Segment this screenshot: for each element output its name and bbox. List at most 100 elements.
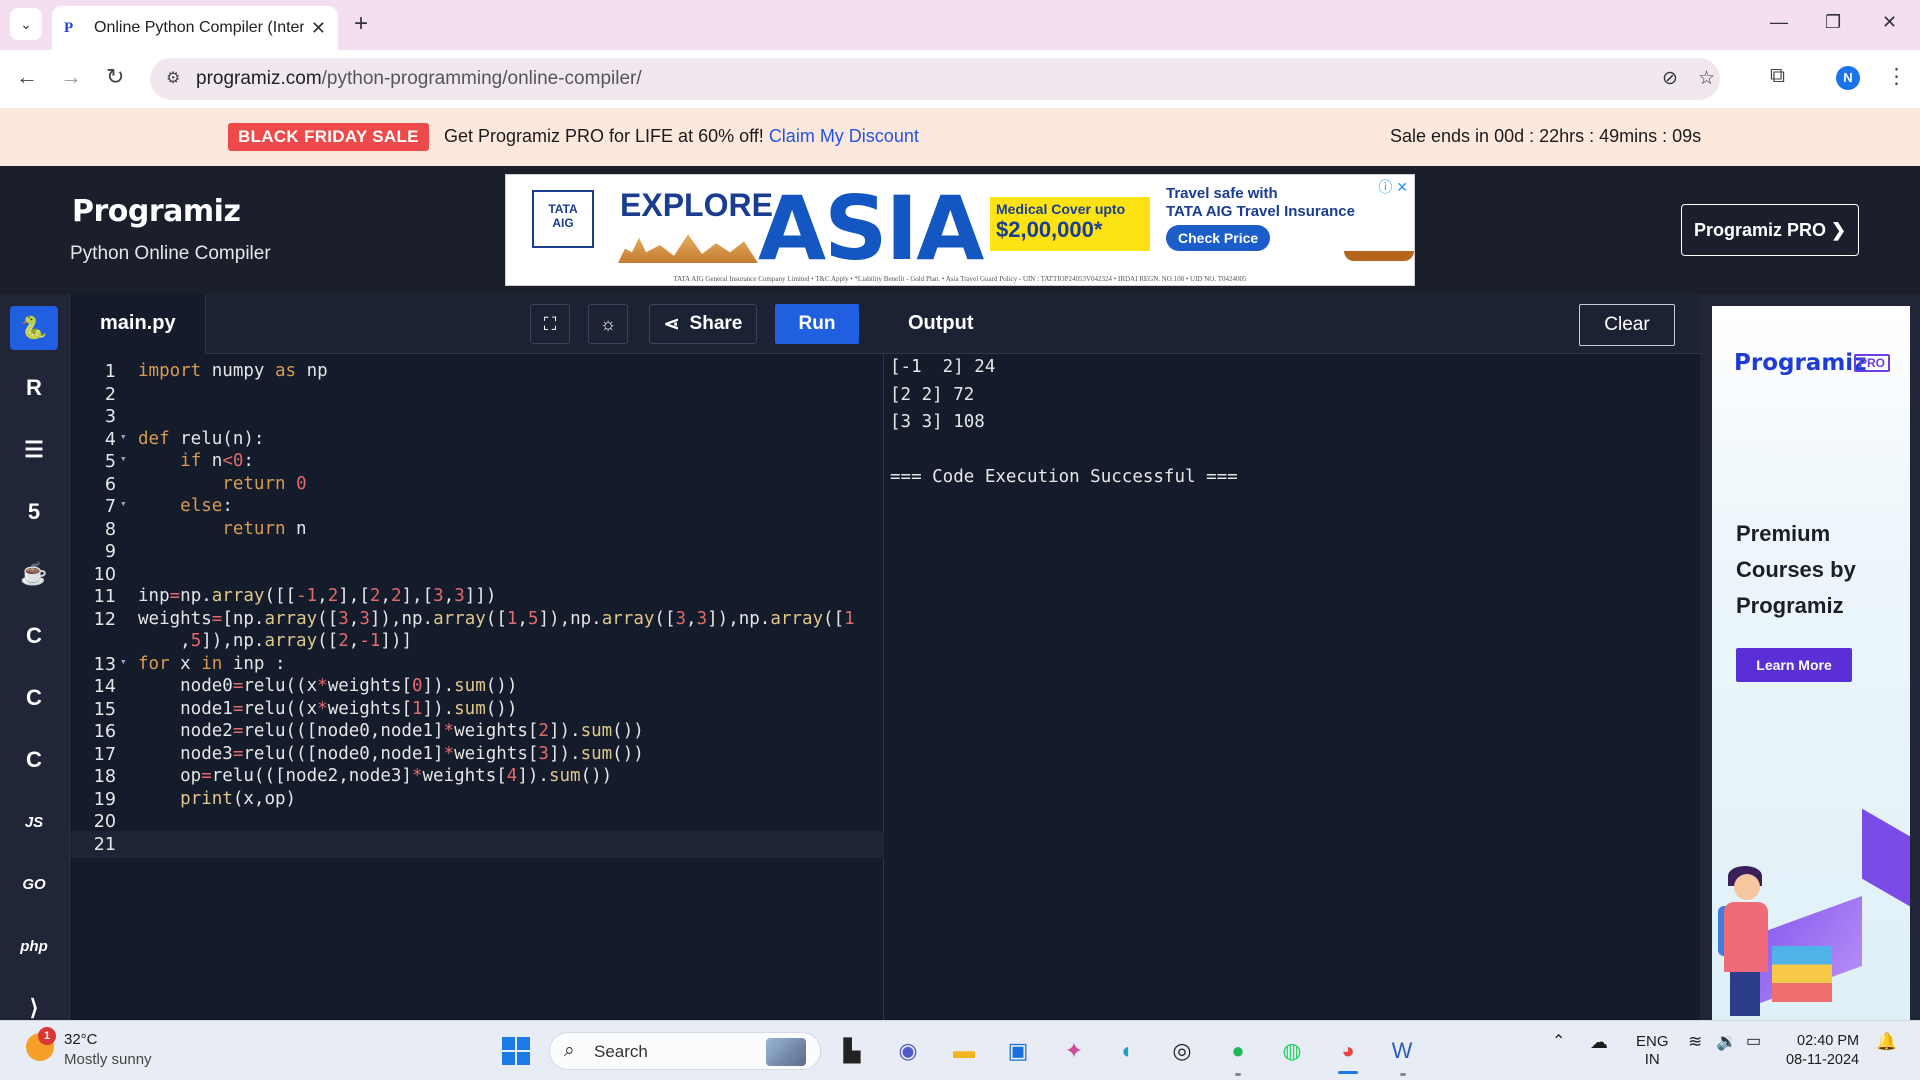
volume-icon[interactable]: 🔉	[1716, 1033, 1737, 1051]
tata-aig-logo: TATA AIG	[532, 190, 594, 248]
code-text: weights=[np.array([3,3]),np.array([1,5])…	[138, 608, 855, 629]
language-indicator[interactable]: ENG IN	[1636, 1033, 1669, 1069]
tracking-protection-eye-off-icon[interactable]: ⊘	[1662, 67, 1678, 90]
chrome-icon[interactable]: ◕	[1332, 1035, 1364, 1067]
clear-button[interactable]: Clear	[1579, 304, 1675, 346]
microsoft-store-icon[interactable]: ▣	[1002, 1035, 1034, 1067]
output-line: [-1 2] 24	[890, 357, 996, 377]
minimize-icon[interactable]: —	[1770, 12, 1788, 33]
ad-close-icon[interactable]: ⓘ ✕	[1378, 177, 1408, 197]
claim-discount-link[interactable]: Claim My Discount	[769, 126, 919, 146]
editor-toolbar: main.py ⛶ ☼ ⋖ Share Run	[70, 294, 884, 354]
task-view-icon[interactable]: ▙	[836, 1035, 868, 1067]
teams-icon[interactable]: ◉	[892, 1035, 924, 1067]
code-line[interactable]: 21	[70, 830, 884, 858]
edge-browser-icon[interactable]: ◐	[1112, 1035, 1144, 1067]
site-info-icon[interactable]: ⚙	[166, 68, 180, 88]
fold-arrow-icon[interactable]: ▾	[120, 430, 127, 443]
code-text: def relu(n):	[138, 428, 265, 449]
url-text[interactable]: programiz.com/python-programming/online-…	[196, 68, 642, 90]
programiz-logo[interactable]: Programiz	[72, 194, 241, 229]
back-arrow-icon[interactable]: ←	[16, 64, 38, 90]
weather-temperature[interactable]: 32°C	[64, 1031, 98, 1048]
output-line: [3 3] 108	[890, 412, 985, 432]
profile-avatar[interactable]: N	[1836, 66, 1860, 90]
spotify-icon[interactable]: ●	[1222, 1035, 1254, 1067]
windows-start-icon[interactable]	[502, 1037, 530, 1065]
programiz-pro-ad[interactable]: Programiz PRO Premium Courses by Program…	[1712, 306, 1910, 1020]
fold-arrow-icon[interactable]: ▾	[120, 655, 127, 668]
php-language-icon[interactable]: php	[10, 924, 58, 968]
ad-decor-shape	[1862, 808, 1910, 914]
battery-icon[interactable]: ▭	[1746, 1033, 1761, 1051]
extensions-puzzle-icon[interactable]: ⧉	[1770, 64, 1785, 88]
line-number: 5	[104, 452, 116, 472]
java-icon[interactable]: ☕	[10, 552, 58, 596]
browser-tab-strip: ⌄ P Online Python Compiler (Interp ✕ + —…	[0, 0, 1920, 50]
browser-menu-icon[interactable]: ⋮	[1886, 64, 1907, 89]
line-number: 12	[93, 609, 116, 630]
learn-more-button[interactable]: Learn More	[1736, 648, 1852, 682]
browser-tab[interactable]: P Online Python Compiler (Interp ✕	[52, 6, 338, 50]
python-language-icon[interactable]: 🐍	[10, 306, 58, 350]
run-button[interactable]: Run	[775, 304, 859, 344]
ad-headline: Premium Courses by Programiz	[1736, 521, 1856, 618]
copilot-icon[interactable]: ✦	[1058, 1035, 1090, 1067]
promo-text: Get Programiz PRO for LIFE at 60% off! C…	[444, 126, 919, 146]
ad-check-price-button[interactable]: Check Price	[1166, 225, 1271, 251]
ad-skyline-graphic	[618, 234, 758, 263]
programiz-pro-button[interactable]: Programiz PRO ❯	[1681, 204, 1859, 256]
go-language-icon[interactable]: GO	[10, 862, 58, 906]
theme-toggle-sun-icon[interactable]: ☼	[588, 304, 628, 344]
word-icon[interactable]: W	[1386, 1035, 1418, 1067]
close-window-icon[interactable]: ✕	[1882, 12, 1897, 33]
line-number: 7	[104, 497, 116, 517]
ad-medical-cover: Medical Cover upto $2,00,000*	[990, 197, 1150, 251]
taskbar-search[interactable]: ⌕ Search	[549, 1032, 821, 1070]
weather-condition[interactable]: Mostly sunny	[64, 1051, 152, 1068]
javascript-icon[interactable]: JS	[10, 800, 58, 844]
restore-icon[interactable]: ❐	[1825, 12, 1841, 33]
banner-ad[interactable]: TATA AIG EXPLORE ASIA Medical Cover upto …	[505, 174, 1415, 286]
c-language-icon[interactable]: C	[10, 614, 58, 658]
show-hidden-icons-chevron-icon[interactable]: ⌃	[1552, 1033, 1565, 1051]
sql-database-icon[interactable]: ☰	[10, 428, 58, 472]
output-header: Output Clear	[884, 294, 1700, 354]
line-number: 10	[93, 564, 116, 585]
code-editor-panel: main.py ⛶ ☼ ⋖ Share Run 1 import numpy as…	[70, 294, 884, 1020]
fold-arrow-icon[interactable]: ▾	[120, 452, 127, 465]
cpp-language-icon[interactable]: C	[10, 676, 58, 720]
dell-icon[interactable]: ◎	[1166, 1035, 1198, 1067]
onedrive-cloud-icon[interactable]: ☁	[1590, 1033, 1608, 1051]
url-bar[interactable]: ⚙ programiz.com/python-programming/onlin…	[150, 58, 1720, 100]
search-highlight-image	[766, 1038, 806, 1066]
whatsapp-icon[interactable]: ◍	[1276, 1035, 1308, 1067]
r-language-icon[interactable]: R	[10, 366, 58, 410]
close-tab-icon[interactable]: ✕	[311, 18, 326, 39]
code-text: node1=relu((x*weights[1]).sum())	[138, 698, 518, 719]
bookmark-star-icon[interactable]: ☆	[1698, 67, 1715, 90]
line-number: 1	[104, 362, 116, 382]
fullscreen-icon[interactable]: ⛶	[530, 304, 570, 344]
line-number: 18	[93, 767, 116, 787]
tab-search-chevron-icon[interactable]: ⌄	[10, 8, 42, 40]
code-area[interactable]: 1 import numpy as np 2 3 4 ▾ def relu(n): 5 ▾ if…	[70, 354, 884, 1020]
notifications-bell-icon[interactable]: 🔔	[1876, 1033, 1897, 1051]
reload-icon[interactable]: ↻	[106, 64, 124, 90]
ad-book-stack-illustration	[1772, 946, 1832, 1002]
line-number: 19	[93, 789, 116, 810]
line-number: 8	[104, 519, 116, 540]
new-tab-plus-icon[interactable]: +	[354, 10, 368, 38]
fold-arrow-icon[interactable]: ▾	[120, 497, 127, 510]
system-clock[interactable]: 02:40 PM 08-11-2024	[1786, 1032, 1859, 1070]
output-console[interactable]: [-1 2] 24 [2 2] 72 [3 3] 108 === Code Execu…	[890, 354, 1238, 492]
share-button[interactable]: ⋖ Share	[649, 304, 757, 344]
file-tab-main-py[interactable]: main.py	[70, 294, 206, 354]
file-explorer-icon[interactable]: ▬	[948, 1035, 980, 1067]
line-number: 20	[93, 812, 116, 832]
html5-icon[interactable]: 5	[10, 490, 58, 534]
csharp-language-icon[interactable]: C	[10, 738, 58, 782]
output-line: === Code Execution Successful ===	[890, 467, 1238, 487]
wifi-icon[interactable]: ≋	[1688, 1033, 1702, 1051]
forward-arrow-icon[interactable]: →	[60, 64, 82, 90]
